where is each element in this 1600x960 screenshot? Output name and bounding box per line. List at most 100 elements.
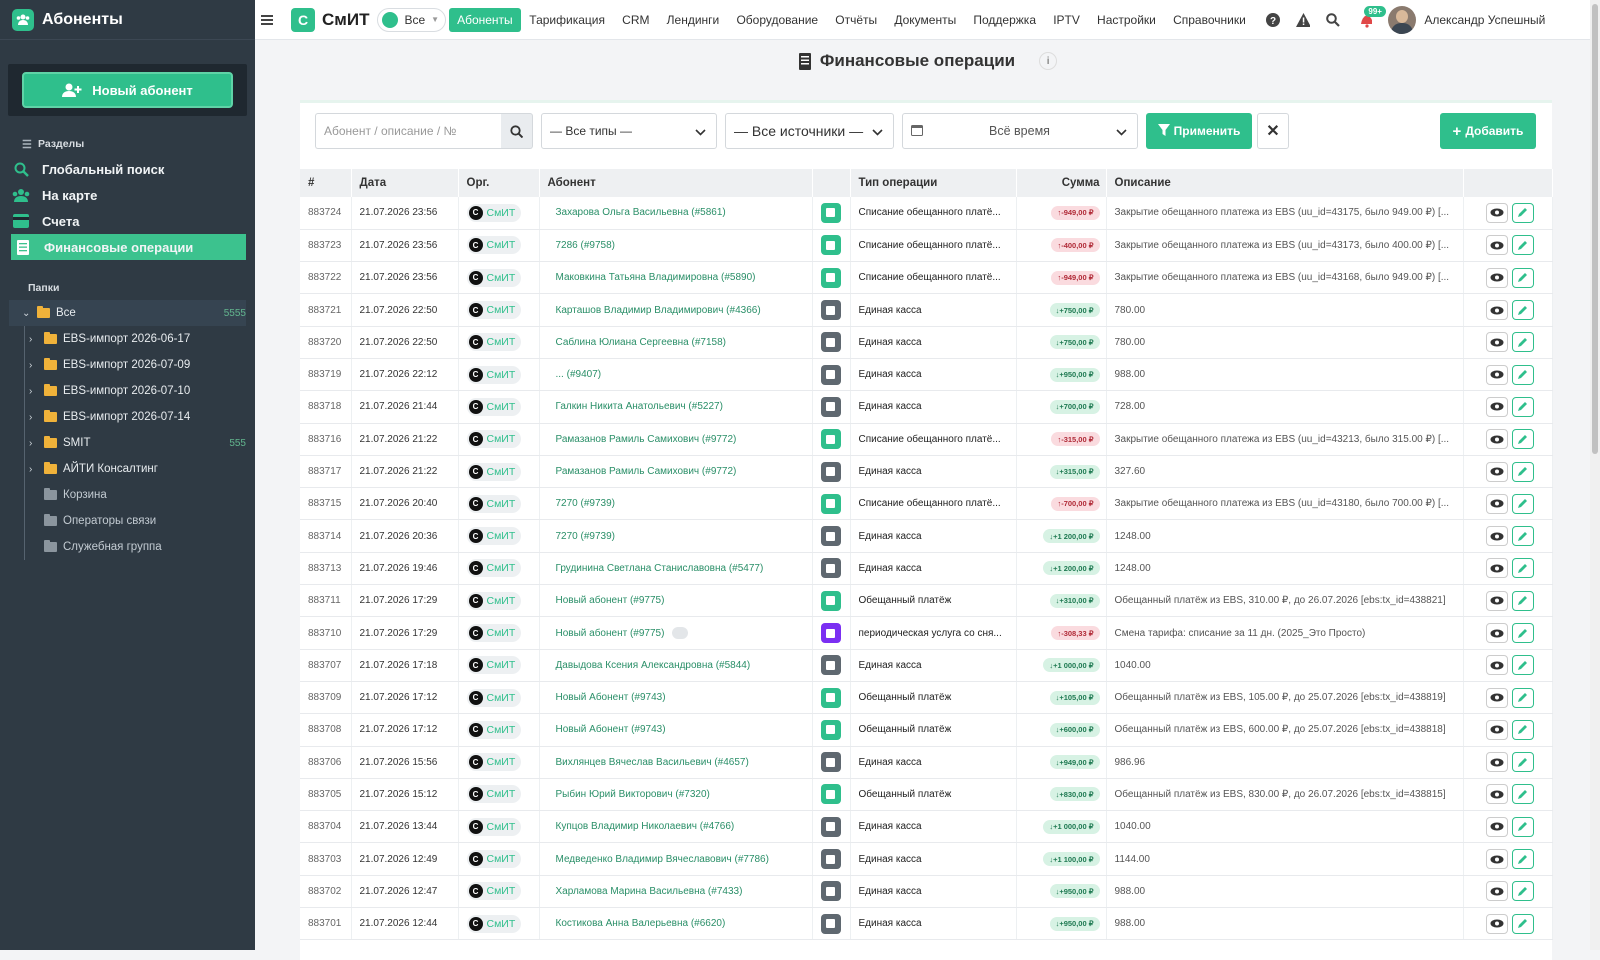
table-row[interactable]: 88370321.07.2026 12:49CСмИТМедведенко Вл…: [300, 843, 1552, 875]
abonent-link[interactable]: 7270 (#9739): [548, 498, 616, 509]
table-row[interactable]: 88370621.07.2026 15:56CСмИТВихлянцев Вяч…: [300, 746, 1552, 778]
abonent-link[interactable]: Харламова Марина Васильевна (#7433): [548, 886, 743, 897]
abonent-link[interactable]: Рыбин Юрий Викторович (#7320): [548, 789, 710, 800]
search-input[interactable]: Абонент / описание / №: [315, 113, 501, 149]
view-button[interactable]: [1486, 817, 1508, 837]
edit-button[interactable]: [1512, 881, 1534, 901]
edit-button[interactable]: [1512, 784, 1534, 804]
org-badge[interactable]: CСмИТ: [467, 818, 522, 836]
edit-button[interactable]: [1512, 494, 1534, 514]
info-icon[interactable]: i: [1039, 52, 1057, 70]
folder-item[interactable]: Служебная группа: [24, 534, 246, 560]
table-row[interactable]: 88371021.07.2026 17:29CСмИТНовый абонент…: [300, 617, 1552, 649]
view-button[interactable]: [1486, 881, 1508, 901]
help-icon[interactable]: ?: [1266, 13, 1280, 27]
sidebar-item-map[interactable]: На карте: [0, 182, 246, 208]
abonent-link[interactable]: Рамазанов Рамиль Самихович (#9772): [548, 466, 737, 477]
view-button[interactable]: [1486, 558, 1508, 578]
abonent-link[interactable]: Купцов Владимир Николаевич (#4766): [548, 821, 735, 832]
edit-button[interactable]: [1512, 300, 1534, 320]
view-button[interactable]: [1486, 300, 1508, 320]
org-badge[interactable]: CСмИТ: [467, 656, 522, 674]
folder-item[interactable]: Операторы связи: [24, 508, 246, 534]
sidebar-item-search[interactable]: Глобальный поиск: [0, 156, 246, 182]
table-row[interactable]: 88370821.07.2026 17:12CСмИТНовый Абонент…: [300, 714, 1552, 746]
view-button[interactable]: [1486, 268, 1508, 288]
table-row[interactable]: 88370221.07.2026 12:47CСмИТХарламова Мар…: [300, 875, 1552, 907]
page-scrollbar[interactable]: [1590, 0, 1600, 950]
sidebar-item-invoice[interactable]: Счета: [0, 208, 246, 234]
edit-button[interactable]: [1512, 397, 1534, 417]
table-row[interactable]: 88372421.07.2026 23:56CСмИТЗахарова Ольг…: [300, 197, 1552, 229]
search-icon[interactable]: [1326, 13, 1340, 27]
abonent-link[interactable]: Карташов Владимир Владимирович (#4366): [548, 305, 761, 316]
sidebar-item-ledger[interactable]: Финансовые операции: [11, 234, 246, 260]
table-row[interactable]: 88372321.07.2026 23:56CСмИТ7286 (#9758)С…: [300, 229, 1552, 261]
edit-button[interactable]: [1512, 914, 1534, 934]
edit-button[interactable]: [1512, 268, 1534, 288]
chevron-right-icon[interactable]: ›: [29, 386, 39, 397]
brand-logo[interactable]: С СмИТ: [291, 8, 369, 32]
abonent-link[interactable]: Костикова Анна Валерьевна (#6620): [548, 918, 726, 929]
chevron-right-icon[interactable]: ›: [29, 360, 39, 371]
table-row[interactable]: 88370721.07.2026 17:18CСмИТДавыдова Ксен…: [300, 649, 1552, 681]
scope-select[interactable]: Все ▼: [377, 8, 446, 32]
abonent-link[interactable]: Новый Абонент (#9743): [548, 692, 666, 703]
folder-item[interactable]: Корзина: [24, 482, 246, 508]
view-button[interactable]: [1486, 849, 1508, 869]
chevron-right-icon[interactable]: ›: [29, 464, 39, 475]
chevron-right-icon[interactable]: ›: [29, 334, 39, 345]
abonent-link[interactable]: Рамазанов Рамиль Самихович (#9772): [548, 434, 737, 445]
column-header[interactable]: Сумма: [1016, 169, 1106, 197]
table-row[interactable]: 88371321.07.2026 19:46CСмИТГрудинина Све…: [300, 552, 1552, 584]
column-header[interactable]: [1463, 169, 1552, 197]
org-badge[interactable]: CСмИТ: [467, 366, 522, 384]
table-row[interactable]: 88371621.07.2026 21:22CСмИТРамазанов Рам…: [300, 423, 1552, 455]
abonent-link[interactable]: Новый абонент (#9775): [548, 628, 665, 639]
edit-button[interactable]: [1512, 235, 1534, 255]
abonent-link[interactable]: ... (#9407): [548, 369, 602, 380]
org-badge[interactable]: CСмИТ: [467, 689, 522, 707]
topnav-item[interactable]: IPTV: [1045, 8, 1089, 32]
view-button[interactable]: [1486, 365, 1508, 385]
org-badge[interactable]: CСмИТ: [467, 527, 522, 545]
edit-button[interactable]: [1512, 688, 1534, 708]
org-badge[interactable]: CСмИТ: [467, 495, 522, 513]
abonent-link[interactable]: Галкин Никита Анатольевич (#5227): [548, 401, 723, 412]
table-row[interactable]: 88371721.07.2026 21:22CСмИТРамазанов Рам…: [300, 455, 1552, 487]
abonent-link[interactable]: Новый Абонент (#9743): [548, 724, 666, 735]
folder-item[interactable]: ›EBS-импорт 2026-07-09: [24, 352, 246, 378]
avatar[interactable]: [1388, 6, 1416, 34]
org-badge[interactable]: CСмИТ: [467, 850, 522, 868]
edit-button[interactable]: [1512, 752, 1534, 772]
abonent-link[interactable]: Давыдова Ксения Александровна (#5844): [548, 660, 751, 671]
edit-button[interactable]: [1512, 332, 1534, 352]
edit-button[interactable]: [1512, 623, 1534, 643]
table-row[interactable]: 88371921.07.2026 22:12CСмИТ... (#9407)Ед…: [300, 358, 1552, 390]
folder-item[interactable]: ›EBS-импорт 2026-07-14: [24, 404, 246, 430]
table-row[interactable]: 88371421.07.2026 20:36CСмИТ7270 (#9739)Е…: [300, 520, 1552, 552]
abonent-link[interactable]: Маковкина Татьяна Владимировна (#5890): [548, 272, 756, 283]
edit-button[interactable]: [1512, 817, 1534, 837]
abonent-link[interactable]: Грудинина Светлана Станиславовна (#5477): [548, 563, 764, 574]
topnav-item[interactable]: Отчёты: [827, 8, 886, 32]
table-row[interactable]: 88370421.07.2026 13:44CСмИТКупцов Владим…: [300, 811, 1552, 843]
new-abonent-button[interactable]: Новый абонент: [22, 72, 233, 108]
type-select[interactable]: — Все типы —: [541, 113, 717, 149]
edit-button[interactable]: [1512, 429, 1534, 449]
apply-button[interactable]: Применить: [1146, 113, 1252, 149]
view-button[interactable]: [1486, 784, 1508, 804]
folder-item[interactable]: ›АЙТИ Консалтинг: [24, 456, 246, 482]
org-badge[interactable]: CСмИТ: [467, 559, 522, 577]
view-button[interactable]: [1486, 591, 1508, 611]
topnav-item[interactable]: Документы: [886, 8, 965, 32]
org-badge[interactable]: CСмИТ: [467, 785, 522, 803]
scrollbar-thumb[interactable]: [1592, 4, 1598, 454]
view-button[interactable]: [1486, 526, 1508, 546]
column-header[interactable]: [812, 169, 850, 197]
abonent-link[interactable]: Захарова Ольга Васильевна (#5861): [548, 207, 726, 218]
view-button[interactable]: [1486, 752, 1508, 772]
abonent-link[interactable]: 7270 (#9739): [548, 531, 616, 542]
org-badge[interactable]: CСмИТ: [467, 430, 522, 448]
column-header[interactable]: Орг.: [458, 169, 539, 197]
